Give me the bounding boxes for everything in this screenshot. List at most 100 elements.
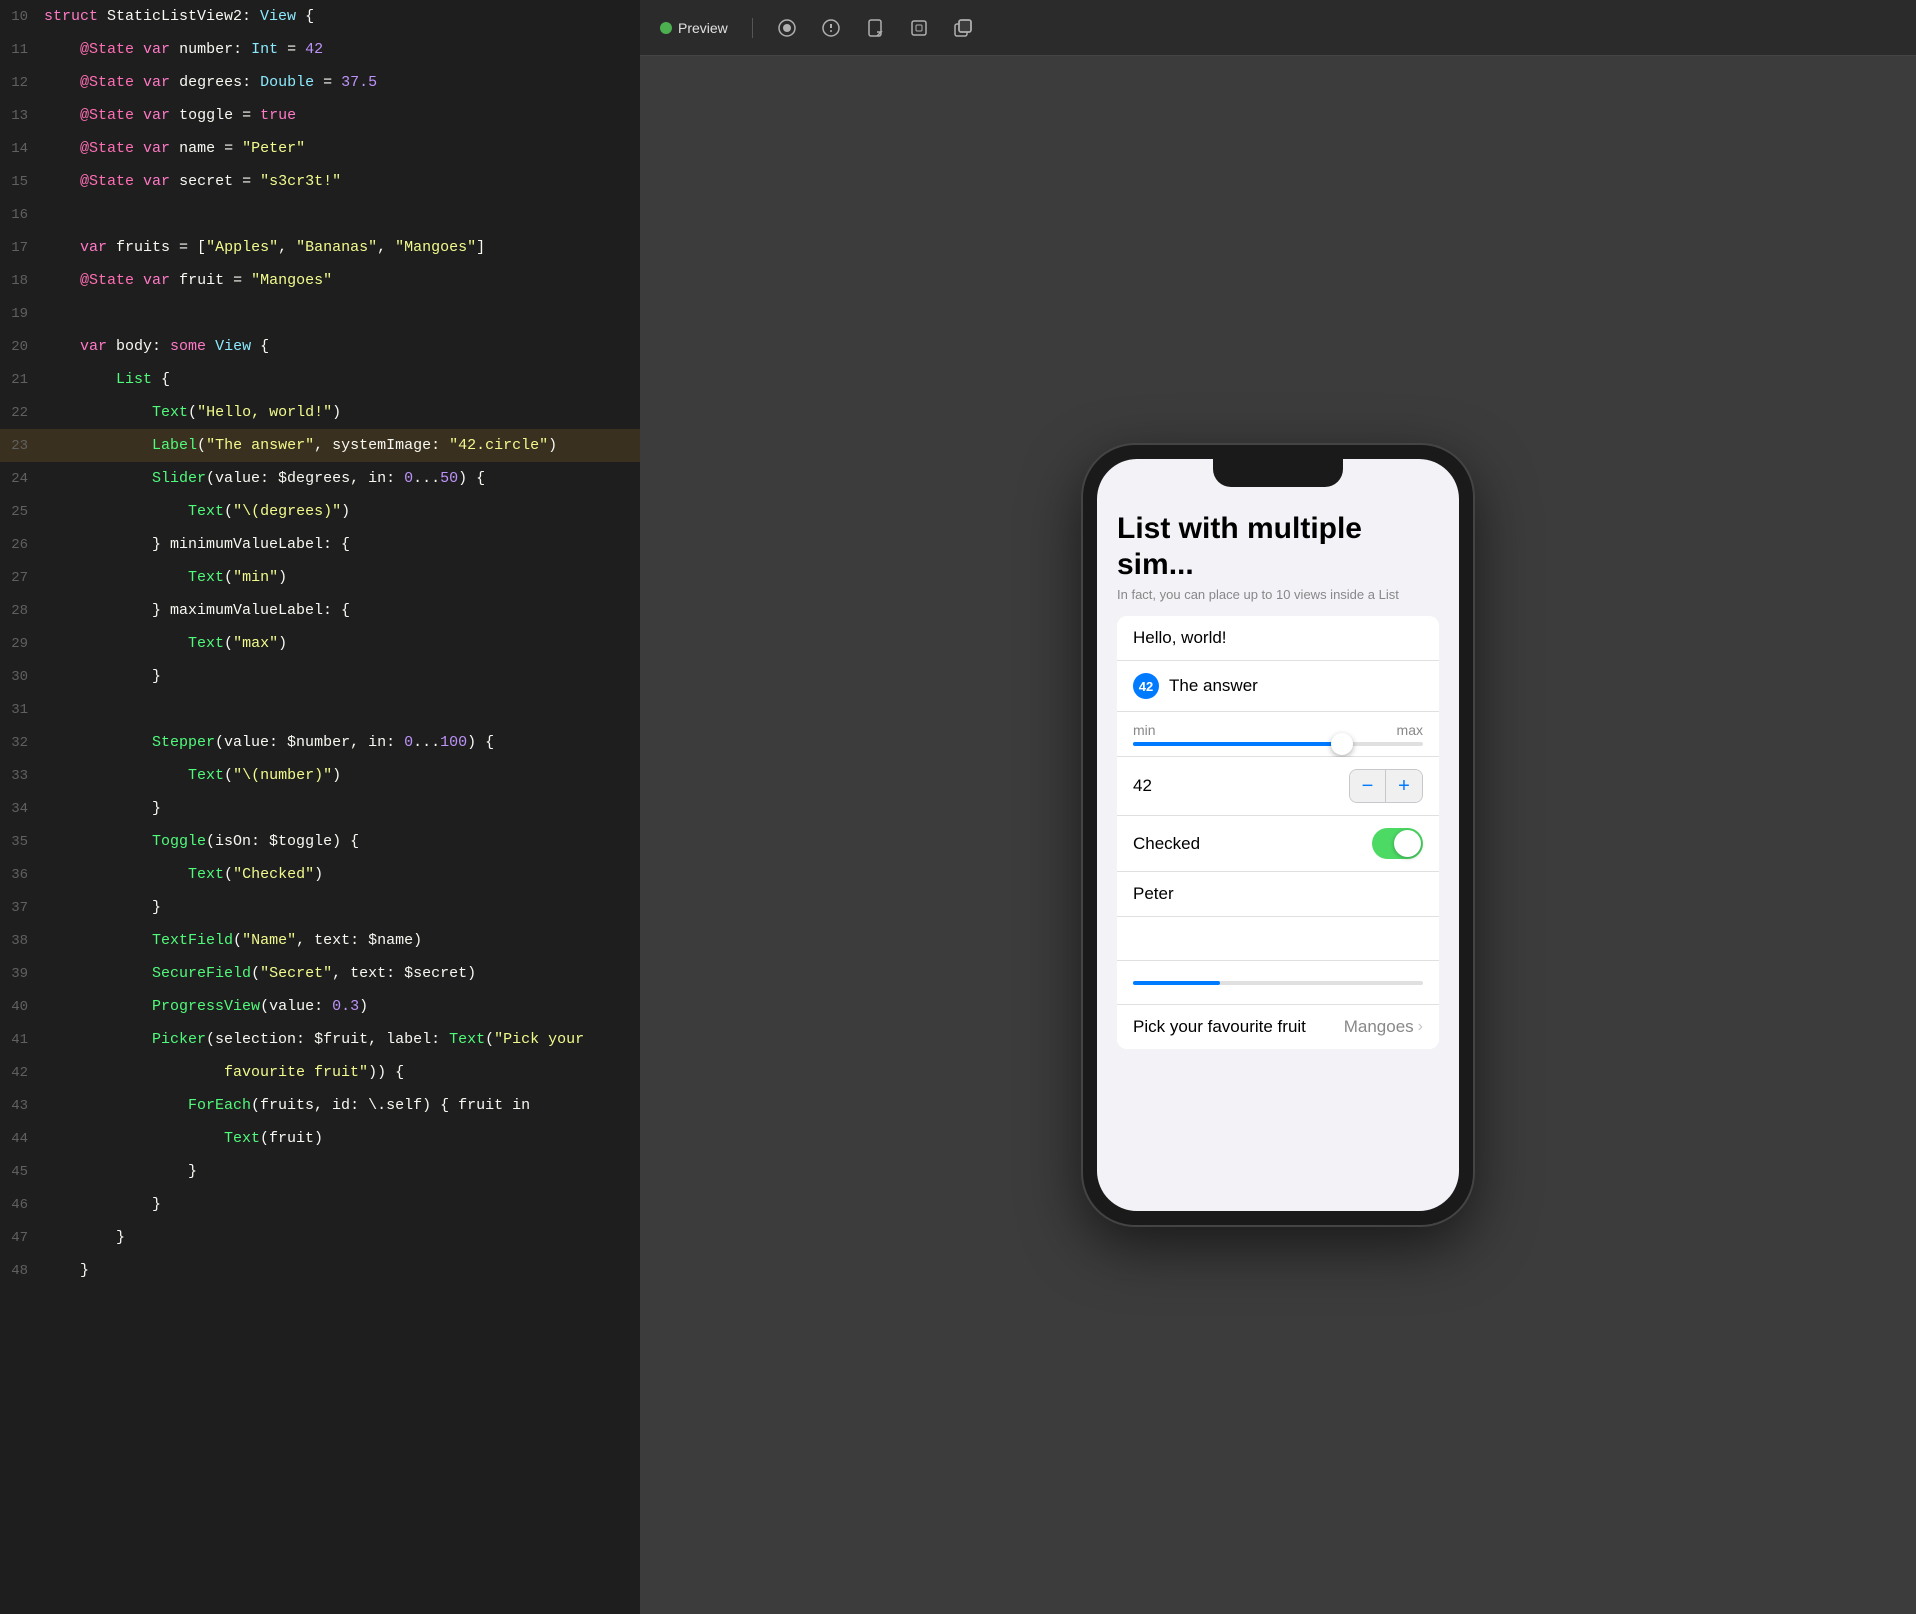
record-button[interactable] bbox=[777, 18, 797, 38]
code-token-plain: ) bbox=[341, 503, 350, 520]
code-token-fn: Text bbox=[188, 503, 224, 520]
slider-fill bbox=[1133, 742, 1342, 746]
code-token-type: Int bbox=[251, 41, 278, 58]
list-row-secret[interactable] bbox=[1117, 917, 1439, 961]
code-token-plain: } bbox=[44, 1262, 89, 1279]
stepper-decrement-button[interactable]: − bbox=[1350, 770, 1386, 802]
device-button[interactable] bbox=[909, 18, 929, 38]
code-token-type: View bbox=[215, 338, 251, 355]
inspect-button[interactable] bbox=[821, 18, 841, 38]
code-token-fn: Stepper bbox=[152, 734, 215, 751]
line-content: Text("max") bbox=[44, 627, 287, 660]
code-token-plain: } bbox=[44, 1229, 125, 1246]
code-token-plain: (fruits, id: \.self) { fruit in bbox=[251, 1097, 530, 1114]
code-token-plain bbox=[44, 305, 80, 322]
code-token-fn: Text bbox=[188, 635, 224, 652]
code-token-kw: var bbox=[143, 74, 170, 91]
line-number: 34 bbox=[8, 793, 44, 826]
code-token-plain bbox=[44, 272, 80, 289]
picker-value-group: Mangoes › bbox=[1344, 1017, 1423, 1037]
code-token-plain bbox=[44, 1130, 224, 1147]
list-row-picker[interactable]: Pick your favourite fruit Mangoes › bbox=[1117, 1005, 1439, 1049]
code-token-plain bbox=[134, 107, 143, 124]
code-token-plain bbox=[44, 1064, 224, 1081]
code-token-plain: ( bbox=[188, 404, 197, 421]
code-line-26: 26 } minimumValueLabel: { bbox=[0, 528, 640, 561]
code-line-38: 38 TextField("Name", text: $name) bbox=[0, 924, 640, 957]
slider-labels: min max bbox=[1133, 722, 1423, 738]
phone-frame: List with multiple sim... In fact, you c… bbox=[1083, 445, 1473, 1225]
code-token-str: "Apples" bbox=[206, 239, 278, 256]
code-line-14: 14 @State var name = "Peter" bbox=[0, 132, 640, 165]
line-content: ForEach(fruits, id: \.self) { fruit in bbox=[44, 1089, 530, 1122]
code-line-27: 27 Text("min") bbox=[0, 561, 640, 594]
code-token-plain: ) bbox=[548, 437, 557, 454]
code-token-plain bbox=[44, 437, 152, 454]
list-row-progress bbox=[1117, 961, 1439, 1005]
code-line-13: 13 @State var toggle = true bbox=[0, 99, 640, 132]
list-row-name[interactable]: Peter bbox=[1117, 872, 1439, 917]
code-token-str: "Mangoes" bbox=[251, 272, 332, 289]
code-line-47: 47 } bbox=[0, 1221, 640, 1254]
code-token-fn: Text bbox=[224, 1130, 260, 1147]
code-token-plain: , text: $secret) bbox=[332, 965, 476, 982]
code-editor: 10struct StaticListView2: View {11 @Stat… bbox=[0, 0, 640, 1614]
code-token-plain: ) { bbox=[458, 470, 485, 487]
line-number: 43 bbox=[8, 1090, 44, 1123]
code-token-plain bbox=[44, 767, 188, 784]
code-line-43: 43 ForEach(fruits, id: \.self) { fruit i… bbox=[0, 1089, 640, 1122]
slider-track[interactable] bbox=[1133, 742, 1423, 746]
name-value: Peter bbox=[1133, 884, 1174, 904]
code-token-str: "s3cr3t!" bbox=[260, 173, 341, 190]
code-token-num: 100 bbox=[440, 734, 467, 751]
code-token-plain: } bbox=[44, 1196, 161, 1213]
list-row-toggle: Checked bbox=[1117, 816, 1439, 872]
line-number: 15 bbox=[8, 166, 44, 199]
line-content: @State var name = "Peter" bbox=[44, 132, 305, 165]
code-token-plain: } maximumValueLabel: { bbox=[44, 602, 350, 619]
line-number: 10 bbox=[8, 1, 44, 34]
toggle-switch[interactable] bbox=[1372, 828, 1423, 859]
code-line-32: 32 Stepper(value: $number, in: 0...100) … bbox=[0, 726, 640, 759]
code-line-45: 45 } bbox=[0, 1155, 640, 1188]
code-token-str: "The answer" bbox=[206, 437, 314, 454]
code-token-plain: fruit = bbox=[170, 272, 251, 289]
code-token-plain: ( bbox=[197, 437, 206, 454]
code-token-fn: ProgressView bbox=[152, 998, 260, 1015]
line-content: } bbox=[44, 1188, 161, 1221]
slider-min-label: min bbox=[1133, 722, 1156, 738]
line-number: 35 bbox=[8, 826, 44, 859]
code-token-plain: ( bbox=[224, 503, 233, 520]
duplicate-button[interactable] bbox=[953, 18, 973, 38]
code-line-31: 31 bbox=[0, 693, 640, 726]
code-token-plain: ) bbox=[332, 767, 341, 784]
code-line-37: 37 } bbox=[0, 891, 640, 924]
line-content bbox=[44, 297, 80, 330]
code-token-plain: (fruit) bbox=[260, 1130, 323, 1147]
line-number: 33 bbox=[8, 760, 44, 793]
preview-button[interactable]: Preview bbox=[660, 20, 728, 36]
slider-thumb[interactable] bbox=[1331, 733, 1353, 755]
rotate-button[interactable] bbox=[865, 18, 885, 38]
code-token-fn: SecureField bbox=[152, 965, 251, 982]
list-row-hello: Hello, world! bbox=[1117, 616, 1439, 661]
code-token-plain: degrees: bbox=[170, 74, 260, 91]
code-token-plain bbox=[44, 635, 188, 652]
code-token-plain: ( bbox=[233, 932, 242, 949]
line-number: 16 bbox=[8, 199, 44, 232]
code-token-plain bbox=[44, 107, 80, 124]
line-number: 46 bbox=[8, 1189, 44, 1222]
stepper-increment-button[interactable]: + bbox=[1386, 770, 1422, 802]
code-token-num: 50 bbox=[440, 470, 458, 487]
list-row-slider[interactable]: min max bbox=[1117, 712, 1439, 757]
code-token-plain bbox=[44, 173, 80, 190]
code-token-plain: { bbox=[296, 8, 314, 25]
code-token-plain: ) bbox=[278, 569, 287, 586]
code-token-fn: Text bbox=[188, 866, 224, 883]
code-token-type: View bbox=[260, 8, 296, 25]
code-token-fn: List bbox=[116, 371, 152, 388]
code-token-plain: StaticListView2: bbox=[98, 8, 260, 25]
code-token-fn: ForEach bbox=[188, 1097, 251, 1114]
line-content: SecureField("Secret", text: $secret) bbox=[44, 957, 476, 990]
preview-label: Preview bbox=[678, 20, 728, 36]
